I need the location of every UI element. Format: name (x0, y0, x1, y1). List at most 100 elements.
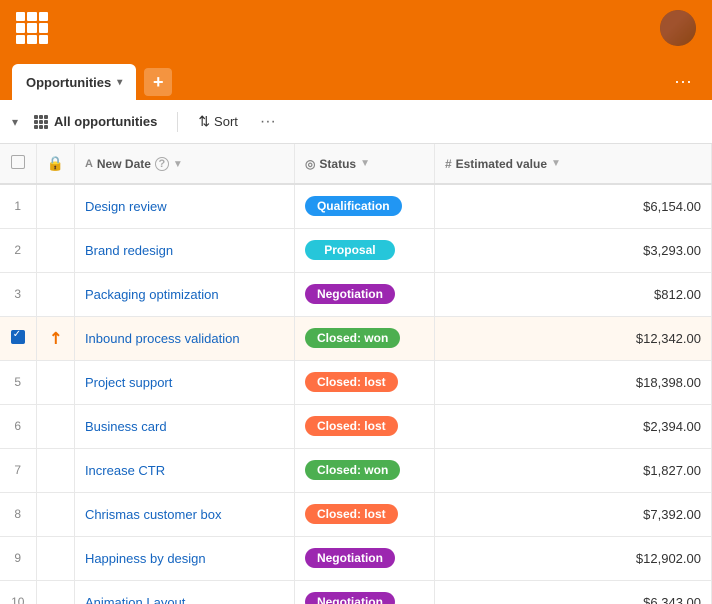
col-name-label: New Date (97, 157, 151, 171)
row-value-cell: $3,293.00 (434, 228, 711, 272)
row-name-cell[interactable]: Increase CTR (74, 448, 294, 492)
row-number-cell: 5 (0, 360, 36, 404)
row-status-cell: Qualification (294, 184, 434, 228)
row-checkbox[interactable] (11, 330, 25, 344)
row-number-cell: 7 (0, 448, 36, 492)
top-header (0, 0, 712, 56)
toolbar-divider (177, 112, 178, 132)
toolbar: ▾ All opportunities ⇅ Sort ··· (0, 100, 712, 144)
row-icon-cell (36, 228, 74, 272)
status-badge: Negotiation (305, 592, 395, 604)
table-container: 🔒 A New Date ? ▼ ◎ Status ▼ (0, 144, 712, 604)
tab-opportunities[interactable]: Opportunities ▾ (12, 64, 136, 100)
row-name-cell[interactable]: Animation Layout (74, 580, 294, 604)
row-status-cell: Closed: lost (294, 492, 434, 536)
row-number-cell: 8 (0, 492, 36, 536)
table-row: 9Happiness by designNegotiation$12,902.0… (0, 536, 712, 580)
row-icon-cell (36, 404, 74, 448)
user-avatar[interactable] (660, 10, 696, 46)
table-row: 3Packaging optimizationNegotiation$812.0… (0, 272, 712, 316)
row-status-cell: Negotiation (294, 272, 434, 316)
row-status-cell: Closed: won (294, 448, 434, 492)
tabs-more-button[interactable]: ··· (666, 67, 700, 96)
table-row: ↗ Inbound process validation Closed: won $1… (0, 316, 712, 360)
table-row: 10 Animation Layout Negotiation $6,343.00 (0, 580, 712, 604)
opportunities-table: 🔒 A New Date ? ▼ ◎ Status ▼ (0, 144, 712, 604)
link-icon: ↗ (43, 326, 67, 350)
row-number-cell: 10 (0, 580, 36, 604)
row-number-cell: 1 (0, 184, 36, 228)
col-value-sort-icon[interactable]: ▼ (551, 158, 561, 169)
col-status-sort-icon[interactable]: ▼ (360, 158, 370, 169)
row-icon-cell (36, 272, 74, 316)
row-number-cell: 9 (0, 536, 36, 580)
status-badge: Proposal (305, 240, 395, 260)
col-value-hash-icon: # (445, 157, 452, 171)
status-badge: Closed: won (305, 328, 400, 348)
col-status-label: Status (319, 157, 356, 171)
row-status-cell: Closed: lost (294, 360, 434, 404)
row-icon-cell: ↗ (36, 316, 74, 360)
tab-label: Opportunities (26, 75, 111, 90)
view-label: All opportunities (54, 114, 157, 129)
row-status-cell: Negotiation (294, 536, 434, 580)
row-icon-cell (36, 492, 74, 536)
tabs-bar: Opportunities ▾ + ··· (0, 56, 712, 100)
row-value-cell: $18,398.00 (434, 360, 711, 404)
row-icon-cell (36, 448, 74, 492)
col-value[interactable]: # Estimated value ▼ (434, 144, 711, 184)
col-status-target-icon: ◎ (305, 157, 315, 171)
col-status[interactable]: ◎ Status ▼ (294, 144, 434, 184)
header-left (16, 12, 48, 44)
row-name-cell[interactable]: Brand redesign (74, 228, 294, 272)
row-icon-cell (36, 536, 74, 580)
col-name[interactable]: A New Date ? ▼ (74, 144, 294, 184)
col-value-label: Estimated value (456, 157, 547, 171)
table-row: 1 Design review Qualification $6,154.00 (0, 184, 712, 228)
col-name-sort-icon[interactable]: ▼ (173, 159, 183, 170)
row-name-cell[interactable]: Business card (74, 404, 294, 448)
row-name-cell[interactable]: Happiness by design (74, 536, 294, 580)
lock-icon: 🔒 (47, 155, 64, 171)
row-name-cell[interactable]: Chrismas customer box (74, 492, 294, 536)
header-checkbox[interactable] (11, 155, 25, 169)
col-lock: 🔒 (36, 144, 74, 184)
sort-icon: ⇅ (198, 113, 210, 130)
row-number-cell: 6 (0, 404, 36, 448)
table-row: 7 Increase CTRClosed: won$1,827.00 (0, 448, 712, 492)
row-status-cell: Closed: lost (294, 404, 434, 448)
row-status-cell: Negotiation (294, 580, 434, 604)
row-icon-cell (36, 184, 74, 228)
row-number-cell: 3 (0, 272, 36, 316)
row-value-cell: $7,392.00 (434, 492, 711, 536)
row-name-cell[interactable]: Project support (74, 360, 294, 404)
sort-label: Sort (214, 114, 238, 129)
status-badge: Closed: lost (305, 372, 398, 392)
view-grid-icon (34, 115, 48, 129)
row-name-cell[interactable]: Inbound process validation (74, 316, 294, 360)
app-grid-icon[interactable] (16, 12, 48, 44)
table-row: 8 Chrismas customer boxClosed: lost$7,392… (0, 492, 712, 536)
add-tab-button[interactable]: + (144, 68, 172, 96)
row-value-cell: $2,394.00 (434, 404, 711, 448)
col-checkbox[interactable] (0, 144, 36, 184)
table-row: 6 Business card Closed: lost $2,394.00 (0, 404, 712, 448)
collapse-icon[interactable]: ▾ (12, 115, 18, 129)
row-value-cell: $6,343.00 (434, 580, 711, 604)
row-name-cell[interactable]: Design review (74, 184, 294, 228)
view-selector[interactable]: All opportunities (26, 110, 165, 133)
row-value-cell: $1,827.00 (434, 448, 711, 492)
row-name-cell[interactable]: Packaging optimization (74, 272, 294, 316)
sort-button[interactable]: ⇅ Sort (190, 109, 246, 134)
table-row: 5 Project support Closed: lost $18,398.00 (0, 360, 712, 404)
tab-chevron-icon: ▾ (117, 77, 122, 88)
toolbar-more-button[interactable]: ··· (254, 109, 282, 135)
status-badge: Closed: lost (305, 416, 398, 436)
row-value-cell: $6,154.00 (434, 184, 711, 228)
row-value-cell: $12,342.00 (434, 316, 711, 360)
status-badge: Negotiation (305, 284, 395, 304)
row-status-cell: Closed: won (294, 316, 434, 360)
status-badge: Qualification (305, 196, 402, 216)
col-name-type-icon: A (85, 158, 93, 170)
row-icon-cell (36, 580, 74, 604)
